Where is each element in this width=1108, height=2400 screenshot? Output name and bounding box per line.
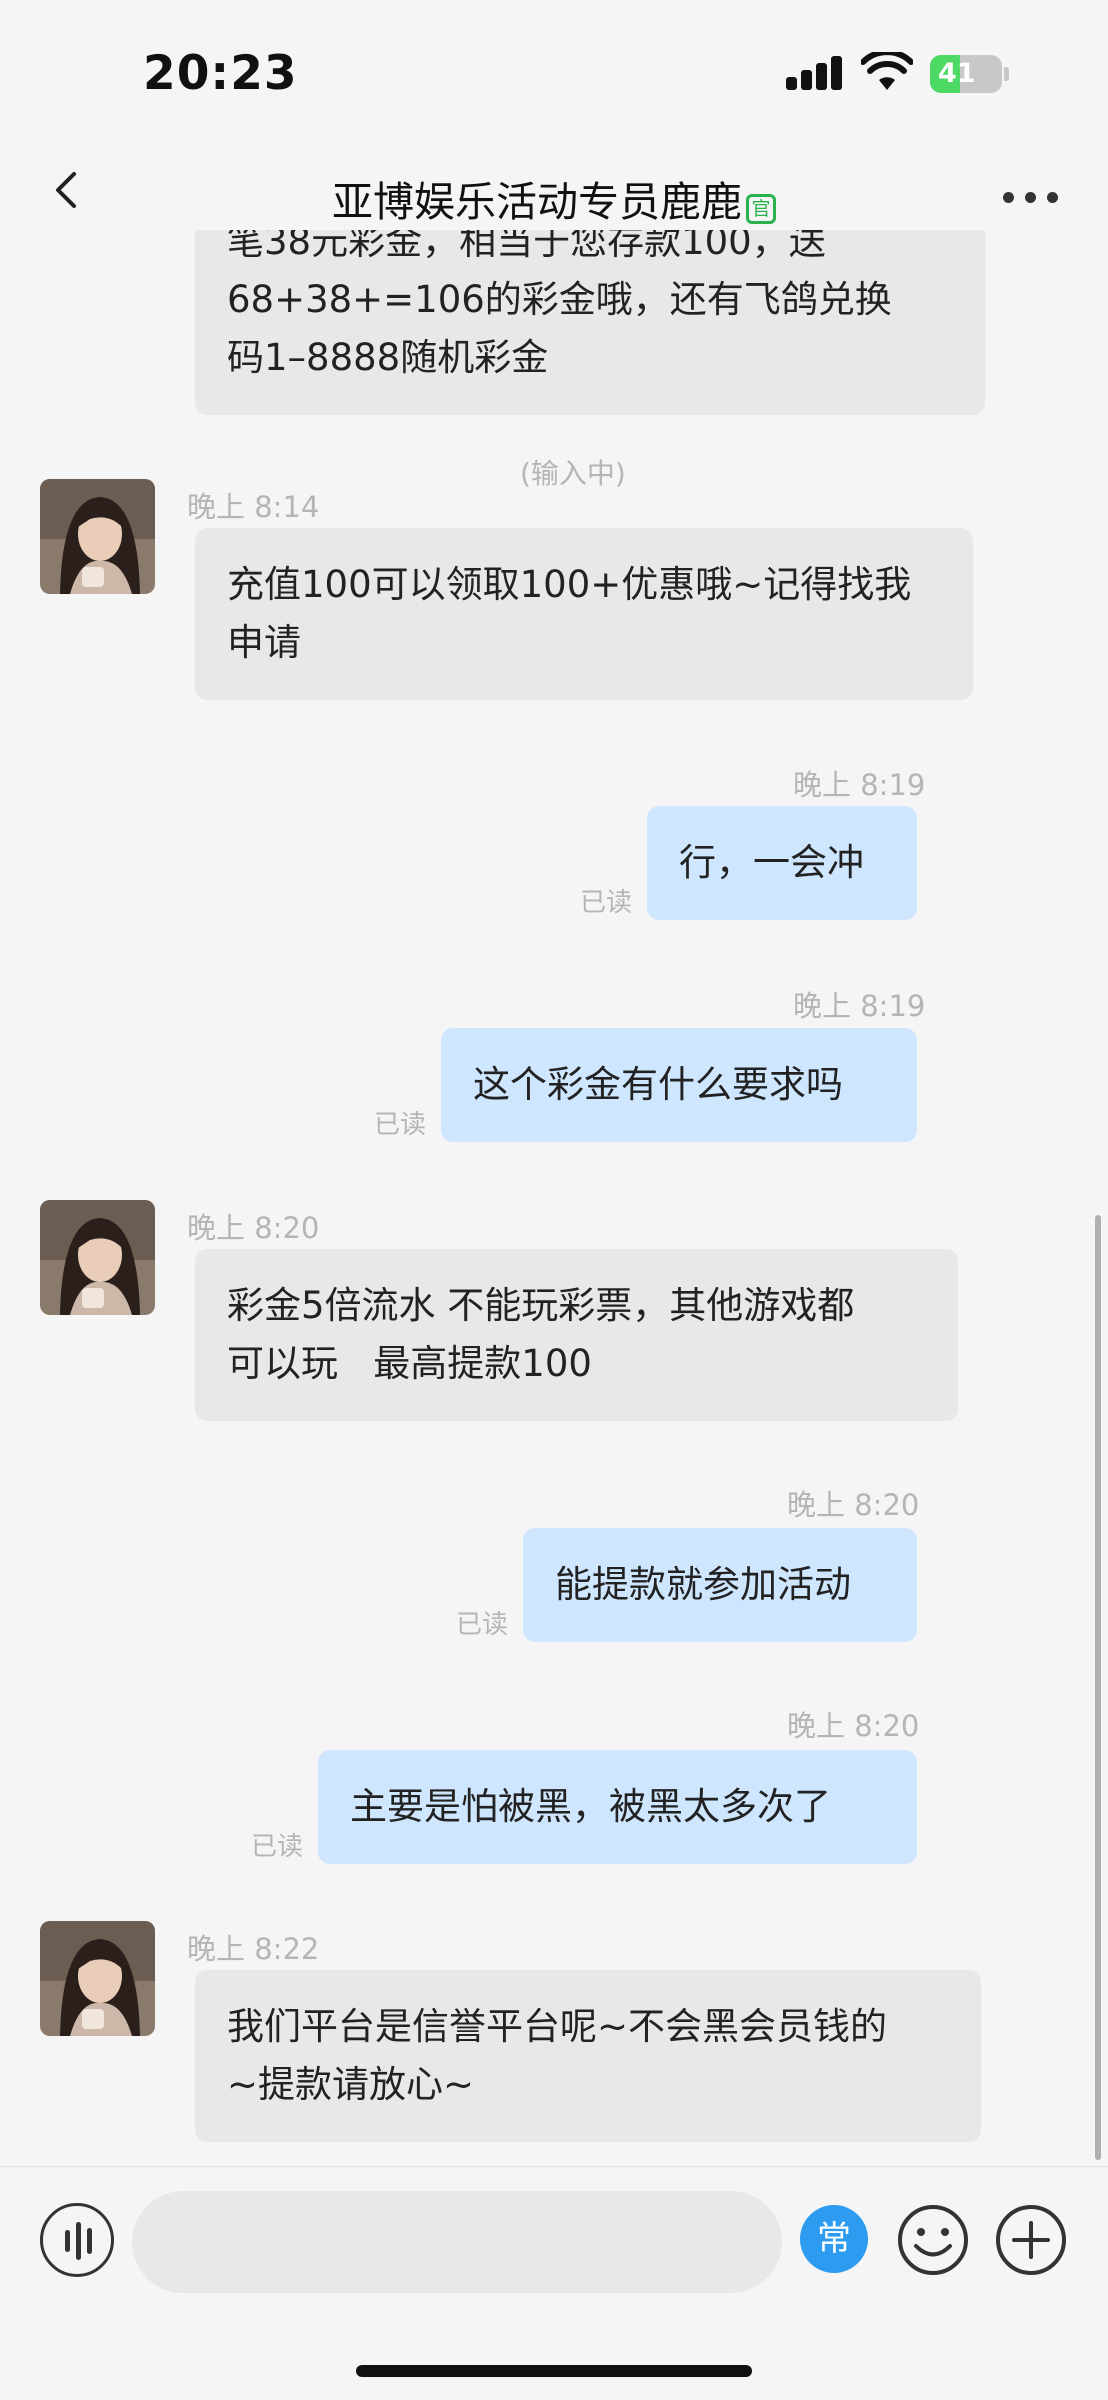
incoming-message-bubble[interactable]: 笔38元彩金，相当于您存款100，送 68+38+=106的彩金哦，还有飞鸽兑换…	[195, 230, 985, 415]
battery-icon: 41	[930, 55, 1010, 93]
outgoing-message-bubble[interactable]: 这个彩金有什么要求吗	[441, 1028, 917, 1142]
message-timestamp: 晚上 8:14	[187, 490, 320, 524]
contact-avatar[interactable]	[40, 1200, 155, 1315]
message-timestamp: 晚上 8:22	[187, 1932, 320, 1966]
outgoing-message-bubble[interactable]: 行，一会冲	[647, 806, 917, 920]
message-timestamp: 晚上 8:20	[187, 1211, 320, 1245]
outgoing-message-bubble[interactable]: 能提款就参加活动	[523, 1528, 917, 1642]
read-receipt: 已读	[580, 888, 633, 918]
contact-avatar[interactable]	[40, 1921, 155, 2036]
message-timestamp: 晚上 8:20	[787, 1709, 920, 1743]
read-receipt: 已读	[251, 1832, 304, 1862]
message-input-bar: 常	[0, 2166, 1108, 2400]
typing-status: (输入中)	[520, 457, 626, 490]
contact-avatar[interactable]	[40, 479, 155, 594]
status-time: 20:23	[143, 46, 298, 101]
read-receipt: 已读	[374, 1110, 427, 1140]
emoji-icon[interactable]	[896, 2203, 970, 2277]
status-bar: 20:23 41	[0, 0, 1108, 150]
chat-scrollbar[interactable]	[1095, 1215, 1101, 2160]
avatar-portrait-icon	[40, 1921, 155, 2036]
nav-bar: 亚博娱乐活动专员鹿鹿官	[0, 150, 1108, 230]
message-timestamp: 晚上 8:19	[793, 989, 926, 1023]
outgoing-message-bubble[interactable]: 主要是怕被黑，被黑太多次了	[318, 1750, 917, 1864]
more-options-icon[interactable]	[1003, 192, 1059, 204]
avatar-portrait-icon	[40, 1200, 155, 1315]
wifi-icon	[861, 52, 913, 90]
battery-percentage: 41	[938, 58, 976, 89]
message-timestamp: 晚上 8:20	[787, 1488, 920, 1522]
message-input[interactable]	[132, 2191, 782, 2293]
avatar-portrait-icon	[40, 479, 155, 594]
cellular-signal-icon	[786, 56, 844, 90]
chat-title: 亚博娱乐活动专员鹿鹿	[332, 178, 742, 226]
home-indicator	[356, 2365, 752, 2377]
official-badge-icon: 官	[746, 193, 776, 224]
incoming-message-bubble[interactable]: 我们平台是信誉平台呢~不会黑会员钱的 ~提款请放心~	[195, 1970, 981, 2142]
read-receipt: 已读	[456, 1610, 509, 1640]
incoming-message-bubble[interactable]: 充值100可以领取100+优惠哦~记得找我 申请	[195, 528, 973, 700]
quick-phrase-button[interactable]: 常	[800, 2205, 868, 2273]
voice-input-button[interactable]	[40, 2203, 114, 2277]
chat-title-container: 亚博娱乐活动专员鹿鹿官	[0, 168, 1108, 228]
add-attachment-icon[interactable]	[994, 2203, 1068, 2277]
chat-message-list[interactable]: (输入中) 笔38元彩金，相当于您存款100，送 68+38+=106的彩金哦，…	[0, 230, 1108, 2166]
message-timestamp: 晚上 8:19	[793, 768, 926, 802]
incoming-message-bubble[interactable]: 彩金5倍流水 不能玩彩票，其他游戏都 可以玩 最高提款100	[195, 1249, 958, 1421]
